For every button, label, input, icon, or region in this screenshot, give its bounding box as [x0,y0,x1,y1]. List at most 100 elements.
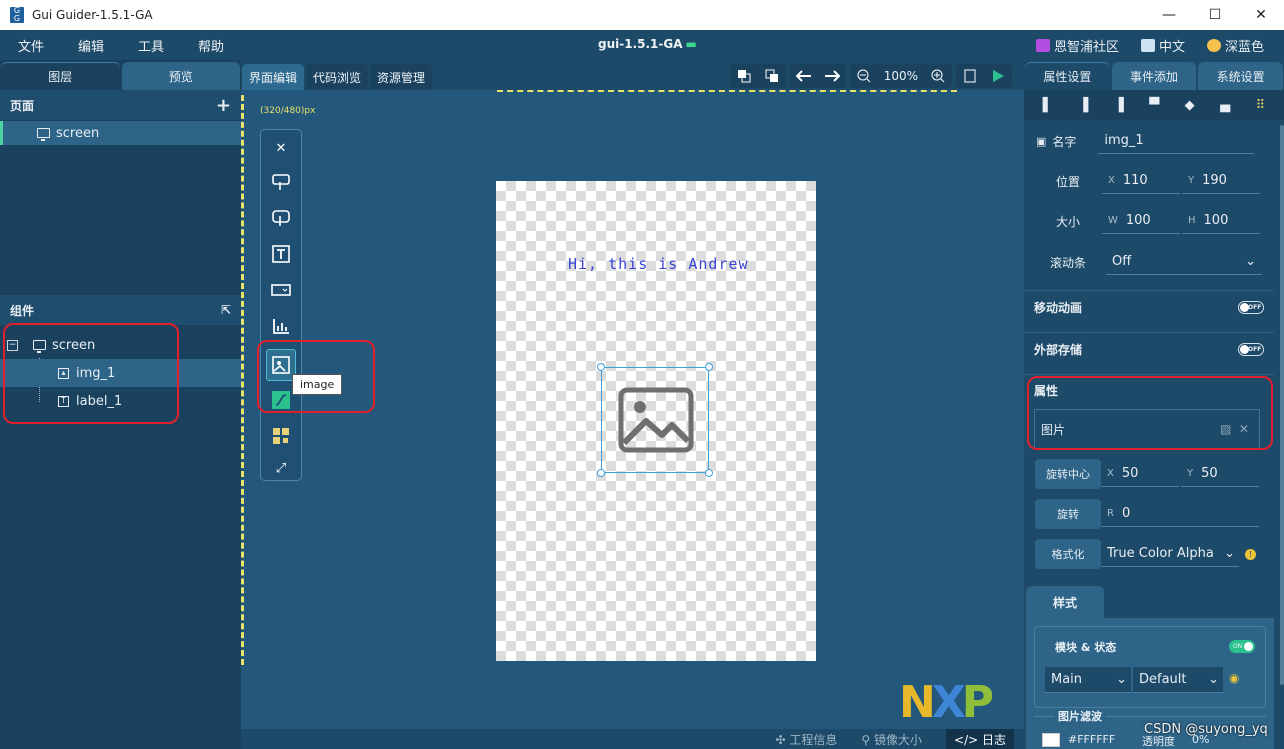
move-anim-toggle[interactable]: OFF [1238,300,1264,314]
properties-scrollbar[interactable] [1280,125,1284,685]
folder-icon[interactable]: ▬ [686,37,697,51]
filter-color-value: #FFFFFF [1068,733,1116,746]
menu-edit[interactable]: 编辑 [61,36,121,55]
resize-handle[interactable] [597,363,605,371]
undo-icon[interactable] [795,68,812,84]
app-logo-icon: GG [10,7,24,23]
zoom-in-icon[interactable] [930,68,946,84]
info-icon[interactable]: ! [1245,548,1256,560]
chart-widget-icon[interactable] [267,312,295,340]
align-left-icon[interactable]: ▌ [1043,98,1053,113]
collapse-icon[interactable]: ✕ [267,134,295,162]
send-back-icon[interactable] [764,68,780,84]
pos-y-field[interactable]: Y 190 [1182,168,1260,194]
expand-icon[interactable]: ⤢ [267,454,295,482]
resize-handle[interactable] [705,469,713,477]
block-state-label: 模块 & 状态 [1055,641,1117,654]
distribute-icon[interactable]: ⠿ [1256,98,1266,113]
external-link-icon[interactable]: ⇱ [221,303,231,317]
zoom-out-icon[interactable] [856,68,872,84]
status-label: 工程信息 [789,732,838,747]
maximize-button[interactable]: ☐ [1192,0,1238,30]
components-title: 组件 [10,303,35,318]
status-label: 日志 [981,732,1006,747]
image-widget[interactable] [597,363,713,477]
pos-x-field[interactable]: X 110 [1102,168,1180,194]
size-label: 大小 [1056,214,1081,229]
align-right-icon[interactable]: ▐ [1114,98,1124,113]
width-value: 100 [1125,213,1151,228]
resize-handle[interactable] [705,363,713,371]
minimize-button[interactable]: — [1146,0,1192,30]
eye-icon[interactable]: ◉ [1229,671,1239,685]
axis-key: X [1107,468,1114,479]
menu-file[interactable]: 文件 [0,36,61,55]
run-icon[interactable] [990,68,1006,84]
ext-storage-toggle[interactable]: OFF [1238,342,1264,356]
menu-help[interactable]: 帮助 [181,36,241,55]
screen-canvas[interactable]: Hi, this is Andrew [496,181,816,661]
name-label: 名字 [1052,134,1077,149]
qrcode-widget-icon[interactable] [267,422,295,450]
style-tab-label: 样式 [1052,595,1077,610]
tab-ui-edit[interactable]: 界面编辑 [242,64,305,90]
language-switch[interactable]: 中文 [1140,36,1185,55]
part-value: Main [1051,672,1083,687]
resize-handle[interactable] [597,469,605,477]
state-select[interactable]: Default ⌄ [1133,667,1223,693]
name-row: ▣ 名字 img_1 [1024,126,1274,156]
block-state-toggle[interactable]: ON [1229,640,1255,653]
format-select[interactable]: True Color Alpha ⌄ [1101,541,1239,567]
highlight-box [257,340,375,413]
tab-style[interactable]: 样式 [1026,586,1104,618]
tab-system[interactable]: 系统设置 [1198,62,1284,90]
community-link[interactable]: 恩智浦社区 [1035,36,1119,55]
rotation-center-row: 旋转中心 X 50 Y 50 [1035,459,1284,489]
button-widget-icon[interactable] [267,168,295,196]
tab-events[interactable]: 事件添加 [1111,62,1197,90]
highlight-box [1027,376,1273,450]
part-select[interactable]: Main ⌄ [1045,667,1131,693]
align-center-v-icon[interactable]: ◆ [1185,98,1195,113]
align-top-icon[interactable]: ▀ [1149,98,1159,113]
tab-layers[interactable]: 图层 [1,62,120,90]
dropdown-widget-icon[interactable] [267,276,295,304]
close-button[interactable]: ✕ [1238,0,1284,30]
bring-front-icon[interactable] [736,68,752,84]
move-anim-row: 移动动画 OFF [1024,292,1274,322]
log-button[interactable]: </> 日志 [946,728,1014,749]
name-field[interactable]: img_1 [1098,128,1255,154]
tab-code-view[interactable]: 代码浏览 [306,64,369,90]
widget-palette: ✕ ⤢ [260,129,302,481]
csdn-watermark: CSDN @suyong_yq [1144,722,1268,737]
code-file-icon[interactable] [962,68,978,84]
canvas-label-text[interactable]: Hi, this is Andrew [568,255,749,273]
zoom-level: 100% [883,69,918,83]
width-field[interactable]: W 100 [1102,208,1180,234]
rot-y-field[interactable]: Y 50 [1181,461,1259,487]
align-bottom-icon[interactable]: ▄ [1220,98,1230,113]
page-item-screen[interactable]: screen [0,121,241,145]
tab-preview[interactable]: 预览 [121,62,240,90]
rot-x-field[interactable]: X 50 [1101,461,1179,487]
properties-panel: 属性设置 事件添加 系统设置 ▌ ▐ ▐ ▀ ◆ ▄ ⠿ ▣ 名字 img_1 … [1024,60,1284,749]
tab-resources[interactable]: 资源管理 [370,64,433,90]
imgbtn-widget-icon[interactable] [267,204,295,232]
height-field[interactable]: H 100 [1182,208,1260,234]
mirror-size-button[interactable]: ⚲ 镜像大小 [861,731,922,748]
theme-switch[interactable]: 深蓝色 [1206,36,1264,55]
menu-tools[interactable]: 工具 [121,36,181,55]
project-info-button[interactable]: ✣ 工程信息 [776,731,838,748]
filter-color-swatch[interactable] [1042,733,1060,747]
window-title: Gui Guider-1.5.1-GA [32,8,153,22]
scrollbar-label: 滚动条 [1050,255,1087,270]
logo-x: X [931,677,966,728]
add-page-icon[interactable]: + [216,95,231,116]
align-center-h-icon[interactable]: ▐ [1078,98,1088,113]
rotate-field[interactable]: R0 [1101,501,1259,527]
label-widget-icon[interactable] [267,240,295,268]
status-label: 镜像大小 [874,732,923,747]
tab-properties[interactable]: 属性设置 [1025,62,1110,90]
redo-icon[interactable] [824,68,840,84]
scrollbar-select[interactable]: Off ⌄ [1106,249,1262,275]
